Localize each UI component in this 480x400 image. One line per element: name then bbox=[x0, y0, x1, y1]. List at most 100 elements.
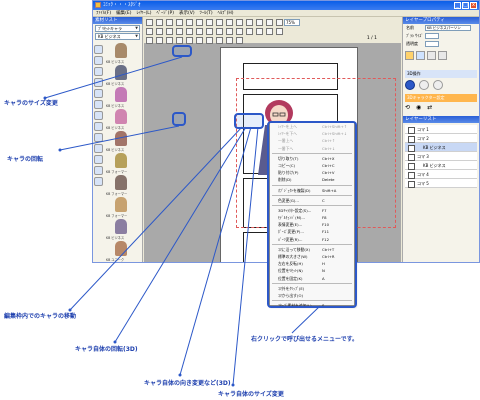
layer-up-icon[interactable] bbox=[196, 28, 203, 35]
zoom-select[interactable]: 75% bbox=[284, 19, 300, 26]
list-item[interactable]: KB ビジネス bbox=[405, 161, 477, 170]
list-item[interactable]: コマ 2 bbox=[405, 134, 477, 143]
effect-icon[interactable] bbox=[276, 19, 283, 26]
scale-icon[interactable] bbox=[176, 28, 183, 35]
title-bar: ｺﾐｯｸ・・・ｽﾀｼﾞｵ _ □ x bbox=[93, 1, 479, 10]
close-button[interactable]: x bbox=[470, 2, 477, 9]
3d-move-icon[interactable] bbox=[146, 37, 153, 44]
flip-icon[interactable] bbox=[186, 28, 193, 35]
category-icon[interactable] bbox=[94, 122, 103, 131]
category-icon[interactable] bbox=[94, 144, 103, 153]
category-icon[interactable] bbox=[94, 78, 103, 87]
tone-icon[interactable] bbox=[216, 28, 223, 35]
category-icon[interactable] bbox=[94, 155, 103, 164]
3d-flip-icon[interactable]: ⇄ bbox=[427, 104, 432, 114]
category-dropdown[interactable]: ﾌﾟﾘｾｯﾄキャラ bbox=[95, 25, 140, 32]
brush-size-field[interactable] bbox=[425, 33, 439, 39]
layer-type-icon[interactable] bbox=[438, 51, 447, 60]
menu-edit[interactable]: 編集(E) bbox=[116, 10, 131, 16]
category-icon[interactable] bbox=[94, 177, 103, 186]
category-icon[interactable] bbox=[94, 111, 103, 120]
3d-pose-icon[interactable] bbox=[419, 80, 429, 90]
redo-icon[interactable] bbox=[226, 19, 233, 26]
3d-orient-icon[interactable] bbox=[176, 37, 183, 44]
fit-icon[interactable] bbox=[186, 37, 193, 44]
list-item[interactable]: KB ビジネス bbox=[106, 43, 140, 64]
category-icon[interactable] bbox=[94, 133, 103, 142]
layer-type-icon[interactable] bbox=[416, 51, 425, 60]
color-icon[interactable] bbox=[236, 37, 243, 44]
list-item[interactable]: KB ビジネス bbox=[106, 109, 140, 130]
expression-icon[interactable] bbox=[266, 28, 273, 35]
list-item[interactable]: コマ 3 bbox=[405, 152, 477, 161]
3d-character-setting[interactable]: 3Dキャラクター設定 bbox=[405, 94, 477, 102]
list-item[interactable]: KB ビジネス bbox=[106, 65, 140, 86]
rotate-icon[interactable] bbox=[166, 28, 173, 35]
move-icon[interactable] bbox=[156, 28, 163, 35]
light-icon[interactable] bbox=[246, 28, 253, 35]
list-item[interactable]: KB ユニーク bbox=[106, 241, 140, 262]
list-item[interactable]: KB ビジネス bbox=[106, 219, 140, 240]
maximize-button[interactable]: □ bbox=[462, 2, 469, 9]
3d-camera-icon[interactable] bbox=[433, 80, 443, 90]
minimize-button[interactable]: _ bbox=[454, 2, 461, 9]
menu-tools[interactable]: ﾂｰﾙ(T) bbox=[200, 10, 213, 16]
category-icon[interactable] bbox=[94, 166, 103, 175]
new-file-icon[interactable] bbox=[146, 19, 153, 26]
3d-reset-icon[interactable]: ⟲ bbox=[405, 104, 410, 114]
undo-icon[interactable] bbox=[216, 19, 223, 26]
3d-rotate-icon[interactable] bbox=[405, 80, 415, 90]
select-icon[interactable] bbox=[216, 37, 223, 44]
camera-icon[interactable] bbox=[236, 28, 243, 35]
category-icon[interactable] bbox=[94, 89, 103, 98]
list-item[interactable]: KB フォーマー bbox=[106, 197, 140, 218]
list-item[interactable]: KB ビジネス bbox=[106, 131, 140, 152]
menu-view[interactable]: 表示(V) bbox=[179, 10, 195, 16]
category-icon[interactable] bbox=[94, 100, 103, 109]
3d-scale-icon[interactable] bbox=[166, 37, 173, 44]
paste-icon[interactable] bbox=[206, 19, 213, 26]
list-item[interactable]: コマ 5 bbox=[405, 179, 477, 188]
open-file-icon[interactable] bbox=[156, 19, 163, 26]
character-dropdown[interactable]: KB ビジネス bbox=[95, 33, 140, 40]
category-icon[interactable] bbox=[94, 45, 103, 54]
layer-type-icon[interactable] bbox=[427, 51, 436, 60]
name-field[interactable]: KB ビジネスパーソン bbox=[425, 25, 471, 31]
layer-type-icon[interactable] bbox=[405, 51, 414, 60]
parts-icon[interactable] bbox=[276, 28, 283, 35]
print-icon[interactable] bbox=[176, 19, 183, 26]
menu-file[interactable]: ﾌｧｲﾙ(F) bbox=[96, 10, 111, 16]
copy-icon[interactable] bbox=[196, 19, 203, 26]
reset-icon[interactable] bbox=[196, 37, 203, 44]
list-item[interactable]: コマ 1 bbox=[405, 125, 477, 134]
hand-icon[interactable] bbox=[226, 37, 233, 44]
list-item[interactable]: コマ 4 bbox=[405, 170, 477, 179]
layer-down-icon[interactable] bbox=[206, 28, 213, 35]
3d-light-icon[interactable]: ◉ bbox=[416, 104, 421, 114]
category-icon[interactable] bbox=[94, 56, 103, 65]
category-icon[interactable] bbox=[94, 67, 103, 76]
opacity-field[interactable] bbox=[425, 41, 439, 47]
pose-icon[interactable] bbox=[256, 28, 263, 35]
lock-icon[interactable] bbox=[206, 37, 213, 44]
effect-line-icon[interactable] bbox=[226, 28, 233, 35]
panel-icon[interactable] bbox=[146, 28, 153, 35]
window-title: ｺﾐｯｸ・・・ｽﾀｼﾞｵ bbox=[103, 2, 141, 8]
grid-icon[interactable] bbox=[246, 19, 253, 26]
list-item[interactable]: KB ビジネス bbox=[405, 143, 477, 152]
menu-page[interactable]: ﾍﾟｰｼﾞ(P) bbox=[157, 10, 174, 16]
balloon-icon[interactable] bbox=[266, 19, 273, 26]
annotation-resize-character: キャラ自体のサイズ変更 bbox=[218, 391, 284, 398]
list-item[interactable]: KB フォーマー bbox=[106, 175, 140, 196]
list-item[interactable]: KB ビジネス bbox=[106, 87, 140, 108]
save-icon[interactable] bbox=[166, 19, 173, 26]
layer-type-icons bbox=[405, 51, 477, 67]
text-icon[interactable] bbox=[256, 19, 263, 26]
cut-icon[interactable] bbox=[186, 19, 193, 26]
menu-help[interactable]: ﾍﾙﾌﾟ(H) bbox=[218, 10, 234, 16]
3d-rotate-icon[interactable] bbox=[156, 37, 163, 44]
delete-icon[interactable] bbox=[236, 19, 243, 26]
list-item[interactable]: KB フォーマー bbox=[106, 153, 140, 174]
menu-layer[interactable]: ﾚｲﾔｰ(L) bbox=[136, 10, 151, 16]
layer-properties-panel: レイヤープロパティ 名前 KB ビジネスパーソン ﾌﾞﾗｼ ｻｲｽﾞ 透明度 3D… bbox=[402, 17, 479, 262]
